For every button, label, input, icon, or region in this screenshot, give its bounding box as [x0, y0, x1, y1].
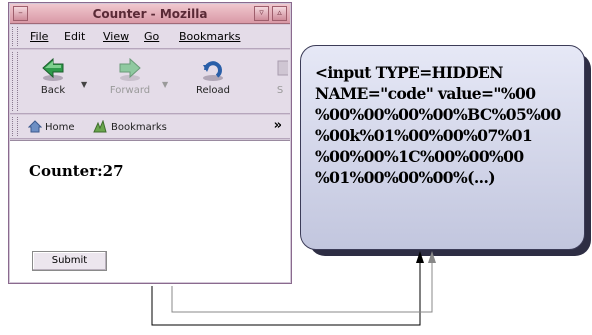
gray-arrowhead — [428, 251, 436, 263]
black-arrowhead — [416, 251, 424, 263]
gray-connector-line — [171, 262, 433, 313]
connector-arrows — [151, 251, 436, 326]
black-connector-line — [151, 262, 421, 326]
